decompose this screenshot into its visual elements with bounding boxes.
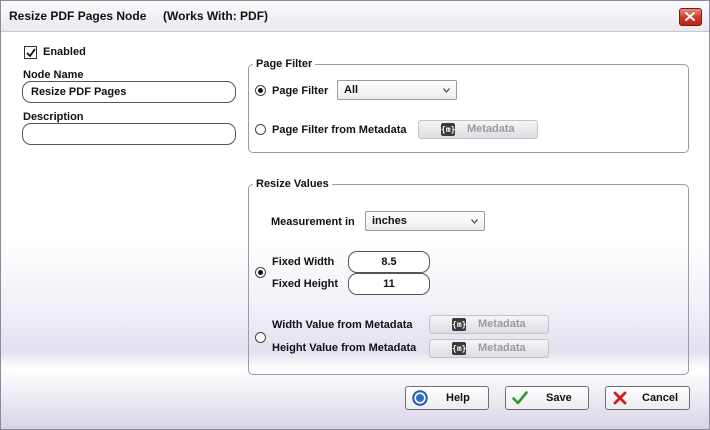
page-filter-metadata-radio[interactable] — [255, 124, 266, 135]
checkmark-icon — [26, 48, 36, 58]
help-icon — [412, 390, 428, 406]
page-filter-metadata-button[interactable]: {m} Metadata — [418, 120, 538, 139]
width-metadata-button[interactable]: {m} Metadata — [429, 315, 549, 334]
cancel-button-label: Cancel — [642, 392, 679, 404]
help-button[interactable]: Help — [405, 386, 489, 410]
checkmark-icon — [512, 391, 528, 405]
page-filter-radio[interactable] — [255, 85, 266, 96]
metadata-size-radio[interactable] — [255, 332, 266, 343]
resize-values-group-title: Resize Values — [256, 178, 329, 190]
metadata-icon: {m} — [452, 342, 467, 355]
title-bar[interactable]: Resize PDF Pages Node (Works With: PDF) — [1, 1, 709, 32]
chevron-down-icon — [443, 88, 450, 93]
node-name-label: Node Name — [23, 69, 84, 81]
page-filter-group-title: Page Filter — [256, 58, 313, 70]
dialog-window: Resize PDF Pages Node (Works With: PDF) … — [0, 0, 710, 430]
cancel-button[interactable]: Cancel — [605, 386, 690, 410]
close-button[interactable] — [679, 8, 702, 26]
metadata-icon: {m} — [441, 123, 456, 136]
measurement-label: Measurement in — [271, 216, 355, 228]
measurement-value: inches — [372, 215, 407, 227]
chevron-down-icon — [471, 219, 478, 224]
fixed-height-label: Fixed Height — [272, 278, 339, 290]
close-icon — [613, 391, 627, 405]
fixed-width-label: Fixed Width — [272, 256, 335, 268]
page-filter-metadata-label: Page Filter from Metadata — [272, 124, 407, 136]
metadata-button-label: Metadata — [478, 318, 526, 330]
fixed-width-field[interactable]: 8.5 — [348, 251, 430, 273]
save-button[interactable]: Save — [505, 386, 589, 410]
page-filter-value: All — [344, 84, 359, 96]
help-button-label: Help — [446, 392, 470, 404]
measurement-dropdown[interactable]: inches — [365, 211, 485, 231]
height-metadata-button[interactable]: {m} Metadata — [429, 339, 549, 358]
fixed-height-field[interactable]: 11 — [348, 273, 430, 295]
description-label: Description — [23, 111, 84, 123]
page-filter-option-label: Page Filter — [272, 85, 329, 97]
metadata-icon: {m} — [452, 318, 467, 331]
enabled-checkbox[interactable] — [24, 46, 37, 59]
fixed-size-radio[interactable] — [255, 267, 266, 278]
page-filter-dropdown[interactable]: All — [337, 80, 457, 100]
height-metadata-label: Height Value from Metadata — [272, 342, 417, 354]
width-metadata-label: Width Value from Metadata — [272, 319, 413, 331]
metadata-button-label: Metadata — [467, 123, 515, 135]
close-icon — [685, 12, 695, 21]
description-field[interactable] — [22, 123, 236, 145]
node-name-field[interactable]: Resize PDF Pages — [22, 81, 236, 103]
metadata-button-label: Metadata — [478, 342, 526, 354]
enabled-label: Enabled — [43, 46, 86, 58]
window-title: Resize PDF Pages Node (Works With: PDF) — [9, 9, 269, 23]
save-button-label: Save — [546, 392, 572, 404]
